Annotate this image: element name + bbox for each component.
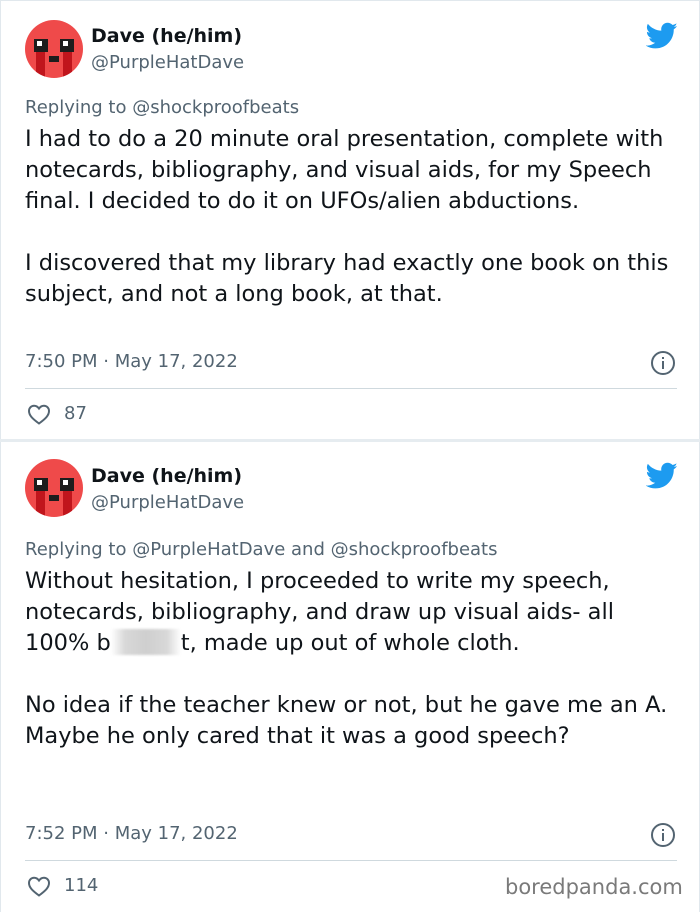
divider xyxy=(25,860,677,861)
replying-prefix: Replying to xyxy=(25,97,127,118)
censor-blur xyxy=(110,629,181,655)
twitter-bird-icon[interactable] xyxy=(646,22,678,50)
author-handle[interactable]: @PurpleHatDave xyxy=(91,52,244,73)
avatar[interactable] xyxy=(25,20,83,78)
avatar-eye-left xyxy=(34,478,48,491)
tweet-paragraph: I had to do a 20 minute oral presentatio… xyxy=(25,126,664,214)
avatar-eye-right xyxy=(60,39,74,52)
replying-to-line: Replying to @shockproofbeats xyxy=(25,97,299,118)
avatar-mouth xyxy=(49,495,59,501)
author-name[interactable]: Dave (he/him) xyxy=(91,465,242,487)
avatar-tear-right xyxy=(63,491,72,517)
heart-icon[interactable] xyxy=(27,875,51,897)
like-count[interactable]: 87 xyxy=(64,403,87,424)
tweet-timestamp[interactable]: 7:52 PM · May 17, 2022 xyxy=(25,823,238,844)
avatar-eye-left xyxy=(34,39,48,52)
tweet-card: Dave (he/him) @PurpleHatDave Replying to… xyxy=(0,0,700,439)
screenshot-page: Dave (he/him) @PurpleHatDave Replying to… xyxy=(0,0,700,912)
replying-prefix: Replying to xyxy=(25,539,127,560)
tweet-timestamp[interactable]: 7:50 PM · May 17, 2022 xyxy=(25,351,238,372)
tweet-paragraph: Without hesitation, I proceeded to write… xyxy=(25,566,675,659)
tweet-text: Without hesitation, I proceeded to write… xyxy=(25,566,675,752)
author-name[interactable]: Dave (he/him) xyxy=(91,25,242,47)
info-icon[interactable] xyxy=(651,823,675,847)
replying-mention-link[interactable]: @shockproofbeats xyxy=(132,97,299,118)
tweet-card: Dave (he/him) @PurpleHatDave Replying to… xyxy=(0,442,700,912)
divider xyxy=(25,388,677,389)
replying-to-line: Replying to @PurpleHatDave and @shockpro… xyxy=(25,539,498,560)
tweet-text: I had to do a 20 minute oral presentatio… xyxy=(25,124,675,310)
avatar-tear-left xyxy=(36,491,45,517)
twitter-bird-icon[interactable] xyxy=(646,462,678,490)
tweet-paragraph: I discovered that my library had exactly… xyxy=(25,250,669,307)
like-count[interactable]: 114 xyxy=(64,875,98,896)
avatar-tear-right xyxy=(63,52,72,78)
avatar[interactable] xyxy=(25,459,83,517)
tweet-paragraph: No idea if the teacher knew or not, but … xyxy=(25,692,668,749)
info-icon[interactable] xyxy=(651,351,675,375)
watermark: boredpanda.com xyxy=(505,875,683,899)
author-handle[interactable]: @PurpleHatDave xyxy=(91,492,244,513)
replying-mention-link[interactable]: @PurpleHatDave and @shockproofbeats xyxy=(132,539,497,560)
tweet-text-segment: t, made up out of whole cloth. xyxy=(180,630,520,656)
avatar-eye-right xyxy=(60,478,74,491)
avatar-tear-left xyxy=(36,52,45,78)
avatar-mouth xyxy=(49,56,59,62)
heart-icon[interactable] xyxy=(27,403,51,425)
